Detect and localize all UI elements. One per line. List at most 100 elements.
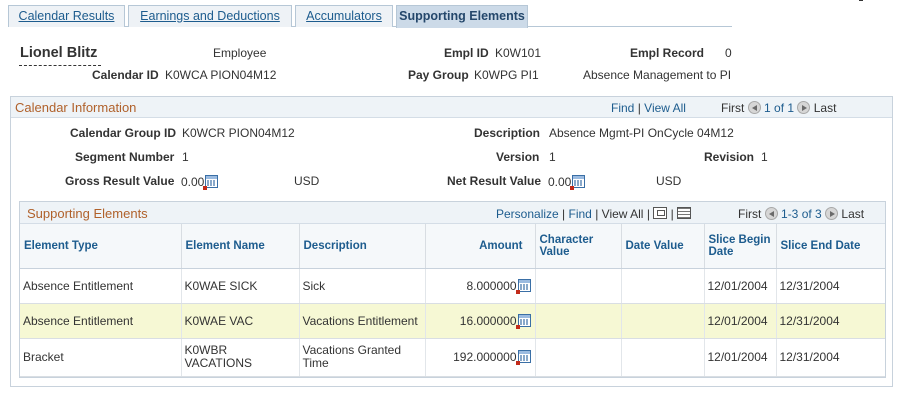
tab-accumulators[interactable]: Accumulators bbox=[295, 5, 393, 27]
description-label: Description bbox=[474, 126, 541, 140]
table-row: Absence Entitlement K0WAE VAC Vacations … bbox=[20, 303, 885, 339]
calendar-id-value: K0WCA PION04M12 bbox=[165, 68, 277, 82]
calculator-icon[interactable] bbox=[515, 350, 531, 365]
cell-character-value bbox=[535, 338, 622, 377]
new-window-icon[interactable] bbox=[653, 207, 668, 219]
tab-label: Accumulators bbox=[306, 9, 382, 23]
separator: | bbox=[670, 207, 674, 221]
tab-label: Calendar Results bbox=[18, 9, 115, 23]
next-icon[interactable] bbox=[797, 101, 811, 114]
version-value: 1 bbox=[549, 150, 556, 164]
description-value: Absence Mgmt-PI OnCycle 04M12 bbox=[549, 126, 734, 140]
column-header-date-value[interactable]: Date Value bbox=[621, 224, 705, 269]
table-row: Absence Entitlement K0WAE SICK Sick 8.00… bbox=[20, 268, 885, 304]
separator: | bbox=[595, 207, 599, 221]
calculator-icon[interactable] bbox=[570, 175, 586, 190]
cell-slice-end-date: 12/31/2004 bbox=[776, 268, 885, 304]
cell-slice-end-date: 12/31/2004 bbox=[776, 338, 885, 377]
tab-label: Supporting Elements bbox=[399, 9, 525, 23]
cell-element-name: K0WBR VACATIONS bbox=[181, 338, 300, 377]
segment-number-value: 1 bbox=[182, 150, 189, 164]
first-label: First bbox=[738, 207, 762, 221]
separator: | bbox=[562, 207, 566, 221]
amount-value: 16.000000 bbox=[459, 313, 517, 328]
calculator-icon[interactable] bbox=[515, 278, 531, 294]
cell-description: Vacations Entitlement bbox=[299, 303, 426, 339]
cell-date-value bbox=[621, 303, 705, 339]
supporting-elements-table: Element Type Element Name Description Am… bbox=[20, 224, 885, 377]
cell-character-value bbox=[535, 268, 622, 304]
supporting-elements-grid: Supporting Elements Personalize | Find |… bbox=[19, 201, 886, 378]
find-link[interactable]: Find bbox=[611, 101, 634, 115]
view-all-link[interactable]: View All bbox=[644, 101, 686, 115]
calendar-information-header: Calendar Information Find | View All Fir… bbox=[11, 97, 892, 118]
corner-mark bbox=[859, 0, 863, 3]
net-result-value: 0.00 bbox=[548, 175, 572, 189]
calendar-id-label: Calendar ID bbox=[92, 68, 159, 82]
cell-date-value bbox=[621, 338, 705, 377]
empl-id-value: K0W101 bbox=[495, 46, 542, 60]
cell-description: Sick bbox=[299, 268, 426, 304]
tab-label: Earnings and Deductions bbox=[140, 9, 280, 23]
personalize-link[interactable]: Personalize bbox=[496, 207, 559, 221]
tab-earnings-and-deductions[interactable]: Earnings and Deductions bbox=[128, 5, 292, 27]
employee-name[interactable]: Lionel Blitz bbox=[20, 45, 97, 61]
find-link[interactable]: Find bbox=[569, 207, 592, 221]
previous-icon[interactable] bbox=[764, 207, 778, 220]
net-result-currency: USD bbox=[656, 174, 682, 188]
column-header-amount[interactable]: Amount bbox=[425, 224, 536, 269]
table-row: Bracket K0WBR VACATIONS Vacations Grante… bbox=[20, 338, 885, 377]
employee-name-underline bbox=[19, 65, 101, 66]
tab-bar: Calendar Results Earnings and Deductions… bbox=[8, 5, 732, 28]
cell-amount: 16.000000 bbox=[425, 303, 536, 339]
employee-role: Employee bbox=[213, 46, 267, 60]
version-label: Version bbox=[496, 150, 540, 164]
column-header-character-value[interactable]: Character Value bbox=[535, 224, 622, 269]
cell-slice-end-date: 12/31/2004 bbox=[776, 303, 885, 339]
pay-group-value: K0WPG PI1 bbox=[474, 68, 539, 82]
column-header-slice-begin-date[interactable]: Slice Begin Date bbox=[704, 224, 777, 269]
empl-record-label: Empl Record bbox=[630, 46, 705, 60]
last-label: Last bbox=[841, 207, 865, 221]
separator: | bbox=[637, 101, 641, 115]
net-result-label: Net Result Value bbox=[447, 174, 542, 188]
tab-supporting-elements[interactable]: Supporting Elements bbox=[396, 5, 528, 28]
amount-value: 8.000000 bbox=[466, 278, 517, 293]
pay-group-label: Pay Group bbox=[408, 68, 469, 82]
last-label: Last bbox=[813, 101, 837, 115]
column-header-element-name[interactable]: Element Name bbox=[181, 224, 300, 269]
gross-result-currency: USD bbox=[294, 174, 320, 188]
revision-label: Revision bbox=[704, 150, 755, 164]
column-header-slice-end-date[interactable]: Slice End Date bbox=[776, 224, 885, 269]
cell-element-type: Bracket bbox=[20, 338, 182, 377]
calendar-information-title: Calendar Information bbox=[15, 100, 137, 115]
calculator-icon[interactable] bbox=[515, 313, 531, 329]
tab-calendar-results[interactable]: Calendar Results bbox=[8, 5, 125, 27]
cell-slice-begin-date: 12/01/2004 bbox=[704, 303, 777, 339]
cell-element-name: K0WAE VAC bbox=[181, 303, 300, 339]
revision-value: 1 bbox=[761, 150, 768, 164]
range-indicator: 1-3 of 3 bbox=[781, 207, 822, 221]
cell-element-name: K0WAE SICK bbox=[181, 268, 300, 304]
view-all-link[interactable]: View All bbox=[602, 207, 644, 221]
separator: | bbox=[646, 207, 650, 221]
empl-id-label: Empl ID bbox=[444, 46, 489, 60]
previous-icon[interactable] bbox=[747, 101, 761, 114]
table-header-row: Element Type Element Name Description Am… bbox=[20, 224, 885, 269]
empl-record-value: 0 bbox=[725, 46, 732, 60]
calendar-group-id-value: K0WCR PION04M12 bbox=[182, 126, 295, 140]
next-icon[interactable] bbox=[825, 207, 839, 220]
calculator-icon[interactable] bbox=[203, 175, 219, 190]
column-header-element-type[interactable]: Element Type bbox=[20, 224, 182, 269]
first-label: First bbox=[721, 101, 745, 115]
cell-description: Vacations Granted Time bbox=[299, 338, 426, 377]
cell-element-type: Absence Entitlement bbox=[20, 303, 182, 339]
gross-result-value: 0.00 bbox=[181, 175, 205, 189]
supporting-elements-header: Supporting Elements Personalize | Find |… bbox=[20, 202, 885, 224]
download-spreadsheet-icon[interactable] bbox=[677, 207, 692, 219]
range-indicator: 1 of 1 bbox=[764, 101, 795, 115]
cell-slice-begin-date: 12/01/2004 bbox=[704, 338, 777, 377]
segment-number-label: Segment Number bbox=[75, 150, 175, 164]
column-header-description[interactable]: Description bbox=[299, 224, 426, 269]
pay-group-description: Absence Management to PI bbox=[583, 68, 732, 82]
